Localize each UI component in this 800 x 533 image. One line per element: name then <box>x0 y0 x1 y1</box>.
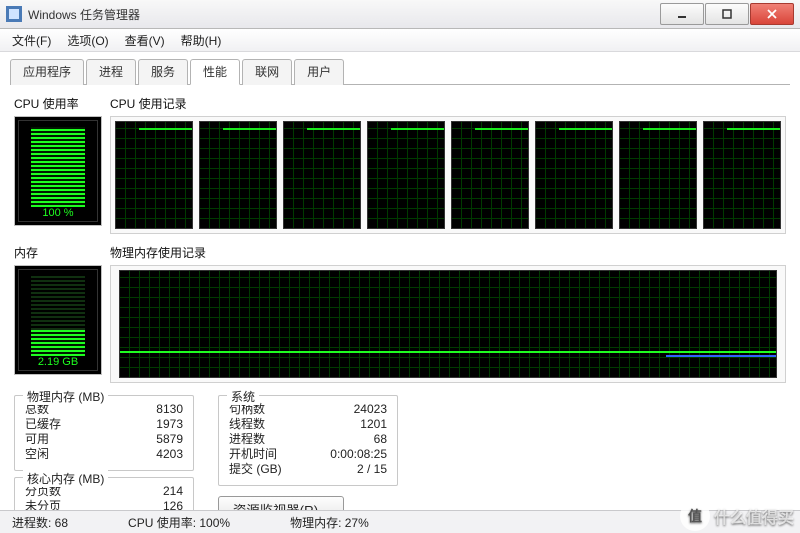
tab-processes[interactable]: 进程 <box>86 59 136 85</box>
legend-phys: 物理内存 (MB) <box>23 388 108 405</box>
legend-system: 系统 <box>227 388 259 405</box>
menu-file[interactable]: 文件(F) <box>4 30 59 51</box>
sys-uptime: 0:00:08:25 <box>330 447 387 462</box>
label-mem-history: 物理内存使用记录 <box>110 244 786 261</box>
minimize-button[interactable] <box>660 3 704 25</box>
maximize-button[interactable] <box>705 3 749 25</box>
titlebar: Windows 任务管理器 <box>0 0 800 29</box>
group-system: 系统 句柄数24023 线程数1201 进程数68 开机时间0:00:08:25… <box>218 395 398 486</box>
tab-applications[interactable]: 应用程序 <box>10 59 84 85</box>
window-title: Windows 任务管理器 <box>28 6 659 23</box>
sys-commit: 2 / 15 <box>337 462 387 477</box>
tab-performance[interactable]: 性能 <box>190 59 240 85</box>
phys-available: 5879 <box>133 432 183 447</box>
memory-history-chart <box>119 270 777 378</box>
menu-options[interactable]: 选项(O) <box>59 30 116 51</box>
group-physical-memory: 物理内存 (MB) 总数8130 已缓存1973 可用5879 空闲4203 <box>14 395 194 471</box>
kernel-paged: 214 <box>133 484 183 499</box>
cpu-core-chart <box>619 121 697 229</box>
cpu-core-chart <box>115 121 193 229</box>
tab-services[interactable]: 服务 <box>138 59 188 85</box>
sys-handles: 24023 <box>337 402 387 417</box>
menu-help[interactable]: 帮助(H) <box>173 30 230 51</box>
menubar: 文件(F) 选项(O) 查看(V) 帮助(H) <box>0 29 800 52</box>
cpu-history-charts <box>110 116 786 234</box>
status-processes: 进程数: 68 <box>12 514 68 531</box>
cpu-core-chart <box>535 121 613 229</box>
cpu-core-chart <box>367 121 445 229</box>
label-cpu-usage: CPU 使用率 <box>14 95 102 112</box>
label-memory: 内存 <box>14 244 102 261</box>
cpu-core-chart <box>703 121 781 229</box>
memory-value: 2.19 GB <box>19 356 97 368</box>
legend-kernel: 核心内存 (MB) <box>23 470 108 487</box>
menu-view[interactable]: 查看(V) <box>117 30 173 51</box>
status-cpu: CPU 使用率: 100% <box>128 514 230 531</box>
statusbar: 进程数: 68 CPU 使用率: 100% 物理内存: 27% <box>0 510 800 533</box>
app-icon <box>6 6 22 22</box>
cpu-core-chart <box>199 121 277 229</box>
phys-free: 4203 <box>133 447 183 462</box>
label-cpu-history: CPU 使用记录 <box>110 95 786 112</box>
cpu-core-chart <box>283 121 361 229</box>
tab-users[interactable]: 用户 <box>294 59 344 85</box>
sys-proc: 68 <box>337 432 387 447</box>
close-button[interactable] <box>750 3 794 25</box>
phys-cached: 1973 <box>133 417 183 432</box>
sys-threads: 1201 <box>337 417 387 432</box>
tab-networking[interactable]: 联网 <box>242 59 292 85</box>
cpu-gauge: 100 % <box>14 116 102 226</box>
tabstrip: 应用程序 进程 服务 性能 联网 用户 <box>10 58 790 85</box>
status-memory: 物理内存: 27% <box>290 514 369 531</box>
cpu-core-chart <box>451 121 529 229</box>
phys-total: 8130 <box>133 402 183 417</box>
cpu-percent: 100 % <box>19 207 97 219</box>
memory-gauge: 2.19 GB <box>14 265 102 375</box>
